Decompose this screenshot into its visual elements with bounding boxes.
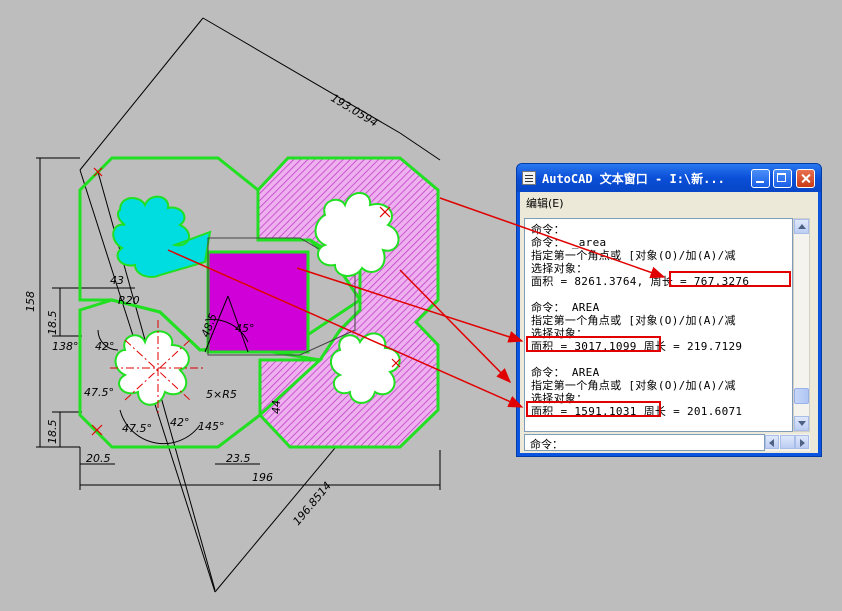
dim-45: 45° <box>235 322 255 335</box>
dim-42-top: 42° <box>95 340 115 353</box>
dim-47-5-left: 47.5° <box>84 386 114 399</box>
dim-5xr5: 5×R5 <box>206 388 237 401</box>
highlight-area-2 <box>526 336 661 352</box>
dim-196: 196 <box>252 471 273 484</box>
vertical-scrollbar[interactable] <box>793 218 810 432</box>
title-bar[interactable]: AutoCAD 文本窗口 - I:\新... <box>517 164 821 192</box>
menu-edit[interactable]: 编辑(E) <box>526 195 564 211</box>
dim-18-5-top: 18.5 <box>46 311 59 336</box>
scroll-up-button[interactable] <box>794 219 809 234</box>
minimize-button[interactable] <box>751 169 770 188</box>
horizontal-scroll-thumb[interactable] <box>780 435 795 449</box>
scroll-down-button[interactable] <box>794 416 809 431</box>
highlight-area-3 <box>526 401 661 417</box>
chevron-up-icon <box>798 224 806 229</box>
dim-145: 145° <box>198 420 225 433</box>
scroll-left-button[interactable] <box>765 435 779 449</box>
dim-138: 138° <box>52 340 79 353</box>
dim-20-5: 20.5 <box>86 452 111 465</box>
chevron-right-icon <box>800 439 805 447</box>
dim-44: 44 <box>270 400 283 414</box>
command-history[interactable]: 命令： 命令： _area 指定第一个角点或 [对象(O)/加(A)/减 选择对… <box>524 218 793 432</box>
menu-bar: 编辑(E) <box>520 192 818 213</box>
command-line-input[interactable]: 命令： <box>524 434 765 451</box>
dim-42-bottom: 42° <box>170 416 190 429</box>
maximize-button[interactable] <box>773 169 792 188</box>
dim-18-5-bottom: 18.5 <box>46 420 59 445</box>
dim-43: 43 <box>110 274 124 287</box>
text-window-client: 命令： 命令： _area 指定第一个角点或 [对象(O)/加(A)/减 选择对… <box>520 213 818 453</box>
scroll-right-button[interactable] <box>795 435 809 449</box>
window-title: AutoCAD 文本窗口 - I:\新... <box>542 172 725 186</box>
close-button[interactable] <box>796 169 815 188</box>
cyan-area-region[interactable] <box>112 195 212 278</box>
chevron-down-icon <box>798 421 806 426</box>
chevron-left-icon <box>769 439 774 447</box>
autocad-text-window[interactable]: AutoCAD 文本窗口 - I:\新... 编辑(E) 命令： 命令： _ar… <box>516 163 822 457</box>
scroll-thumb[interactable] <box>794 388 809 404</box>
dim-47-5-bottom: 47.5° <box>122 422 152 435</box>
dim-196-8514: 196.8514 <box>290 479 334 528</box>
dim-193: 193.0594 <box>328 91 380 129</box>
window-icon[interactable] <box>522 171 536 185</box>
dim-23-5: 23.5 <box>226 452 251 465</box>
highlight-perimeter-1 <box>669 271 791 287</box>
horizontal-scrollbar[interactable] <box>765 434 810 451</box>
magenta-area-region[interactable] <box>206 250 310 354</box>
dim-158: 158 <box>24 291 37 312</box>
dim-r20: R20 <box>118 294 140 307</box>
command-prompt: 命令： <box>530 438 563 451</box>
